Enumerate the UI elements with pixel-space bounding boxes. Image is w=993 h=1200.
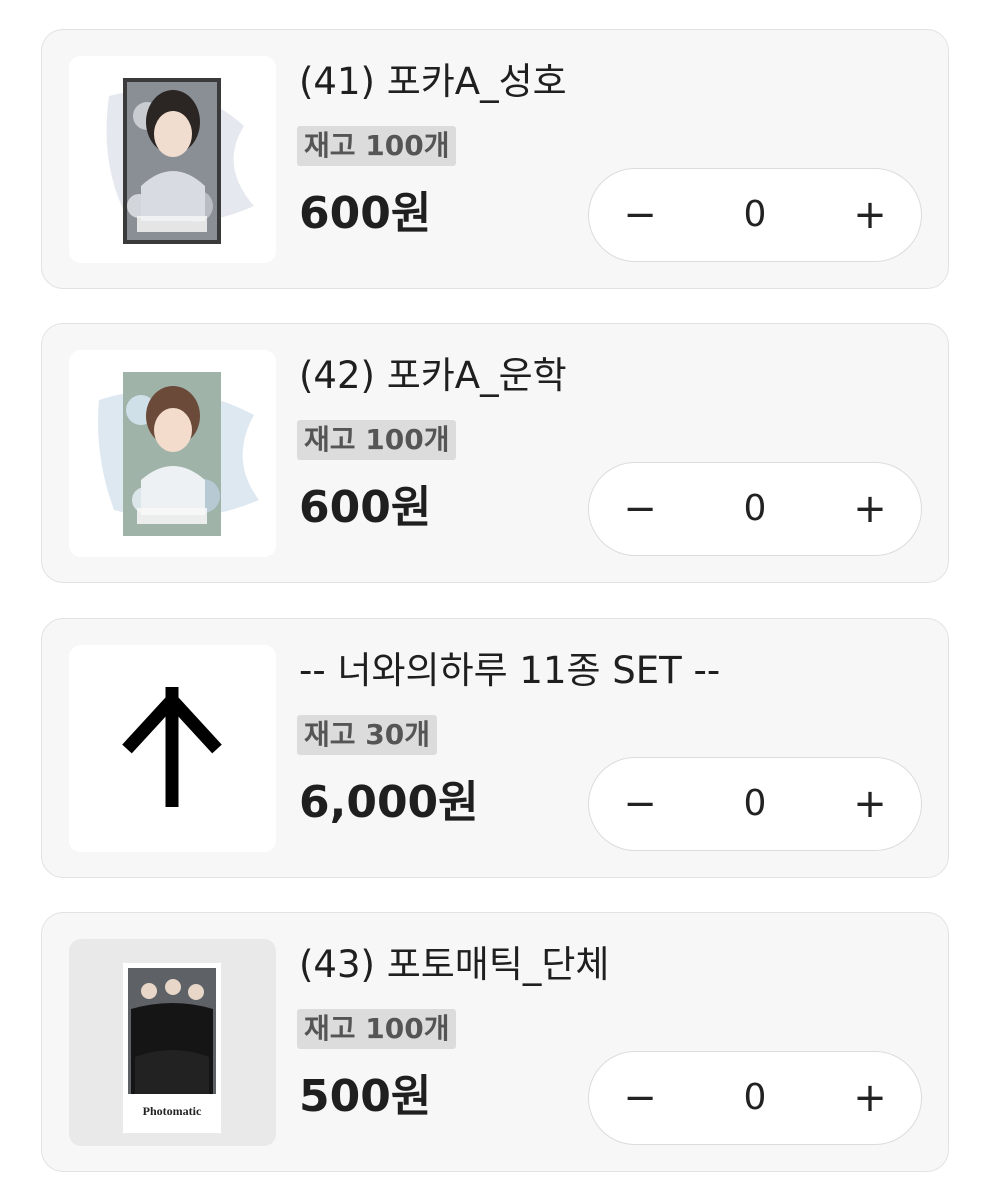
increase-quantity-button[interactable]: + [825, 463, 915, 554]
decrease-quantity-button[interactable]: − [595, 169, 685, 260]
decrease-quantity-button[interactable]: − [595, 758, 685, 849]
quantity-stepper: − 0 + [588, 168, 922, 262]
plus-icon: + [853, 1074, 887, 1121]
product-title: (41) 포카A_성호 [299, 60, 567, 103]
stock-badge: 재고 30개 [297, 715, 437, 755]
quantity-stepper: − 0 + [588, 1051, 922, 1145]
product-card: Photomatic (43) 포토매틱_단체 재고 100개 500원 − 0… [41, 912, 949, 1172]
quantity-value: 0 [743, 488, 767, 529]
product-price: 6,000원 [299, 777, 479, 828]
product-price: 600원 [299, 482, 432, 533]
product-card: (42) 포카A_운학 재고 100개 600원 − 0 + [41, 323, 949, 583]
minus-icon: − [623, 191, 657, 238]
quantity-stepper: − 0 + [588, 462, 922, 556]
product-option-list: (41) 포카A_성호 재고 100개 600원 − 0 + (42) 포카A_… [0, 0, 993, 1200]
product-card: (41) 포카A_성호 재고 100개 600원 − 0 + [41, 29, 949, 289]
decrease-quantity-button[interactable]: − [595, 1052, 685, 1143]
plus-icon: + [853, 191, 887, 238]
quantity-value: 0 [743, 194, 767, 235]
photomatic-group-image: Photomatic [69, 939, 276, 1146]
plus-icon: + [853, 780, 887, 827]
photomatic-caption: Photomatic [143, 1104, 202, 1118]
increase-quantity-button[interactable]: + [825, 1052, 915, 1143]
photocard-woonhak-image [69, 350, 276, 557]
increase-quantity-button[interactable]: + [825, 758, 915, 849]
minus-icon: − [623, 1074, 657, 1121]
arrow-up-icon [69, 645, 276, 852]
increase-quantity-button[interactable]: + [825, 169, 915, 260]
decrease-quantity-button[interactable]: − [595, 463, 685, 554]
product-title: (42) 포카A_운학 [299, 354, 567, 397]
quantity-value: 0 [743, 1077, 767, 1118]
quantity-stepper: − 0 + [588, 757, 922, 851]
product-price: 500원 [299, 1071, 432, 1122]
quantity-value: 0 [743, 783, 767, 824]
photocard-seongho-image [69, 56, 276, 263]
product-title: -- 너와의하루 11종 SET -- [299, 649, 721, 692]
stock-badge: 재고 100개 [297, 420, 457, 460]
minus-icon: − [623, 485, 657, 532]
product-card: -- 너와의하루 11종 SET -- 재고 30개 6,000원 − 0 + [41, 618, 949, 878]
minus-icon: − [623, 780, 657, 827]
stock-badge: 재고 100개 [297, 1009, 457, 1049]
plus-icon: + [853, 485, 887, 532]
product-title: (43) 포토매틱_단체 [299, 943, 610, 986]
stock-badge: 재고 100개 [297, 126, 457, 166]
product-price: 600원 [299, 188, 432, 239]
